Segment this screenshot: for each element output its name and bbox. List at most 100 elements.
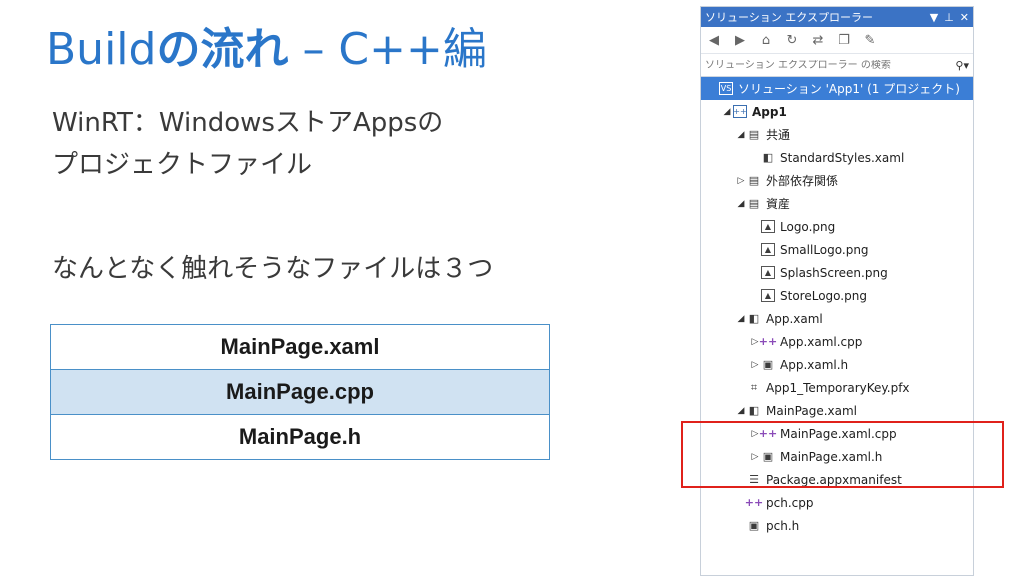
image-icon: ▲: [761, 243, 775, 256]
folder-icon: ▤: [748, 197, 760, 210]
panel-titlebar: ソリューション エクスプローラー ▼ ⊥ ✕: [701, 7, 973, 27]
table-row: MainPage.xaml: [50, 324, 550, 370]
tree-item[interactable]: ▲ SmallLogo.png: [701, 238, 973, 261]
image-icon: ▲: [761, 266, 775, 279]
tree-item-label: pch.h: [766, 518, 800, 533]
xaml-icon: ◧: [762, 151, 774, 164]
tree-item[interactable]: ◢ ▤ 資産: [701, 192, 973, 215]
title-flow: の流れ: [156, 24, 289, 75]
files-table: MainPage.xaml MainPage.cpp MainPage.h: [50, 324, 550, 460]
tree-item[interactable]: ▷ ++ MainPage.xaml.cpp: [701, 422, 973, 445]
expander-icon[interactable]: ◢: [721, 107, 733, 117]
tree-item[interactable]: ◢ ++ App1: [701, 100, 973, 123]
table-row: MainPage.cpp: [50, 369, 550, 415]
tree-item[interactable]: ◢ ◧ App.xaml: [701, 307, 973, 330]
tree-item-label: StandardStyles.xaml: [780, 150, 905, 165]
tree-item-label: StoreLogo.png: [780, 288, 867, 303]
table-cell-xaml: MainPage.xaml: [50, 324, 550, 370]
sync-icon[interactable]: ⇄: [809, 33, 827, 48]
back-icon[interactable]: ◀: [705, 33, 723, 48]
properties-icon[interactable]: ✎: [861, 33, 879, 48]
search-input[interactable]: [705, 59, 956, 71]
title-cpp: – C++編: [288, 24, 487, 75]
tree-item[interactable]: VS ソリューション 'App1' (1 プロジェクト): [701, 77, 973, 100]
tree-item-label: ソリューション 'App1' (1 プロジェクト): [738, 82, 960, 96]
collapse-icon[interactable]: ❐: [835, 33, 853, 48]
search-icon[interactable]: ⚲▾: [955, 59, 969, 72]
header-icon: ▣: [748, 519, 760, 532]
tree-item-label: 外部依存関係: [766, 174, 839, 188]
tree-item-label: MainPage.xaml.h: [780, 449, 883, 464]
folder-icon: ▤: [748, 174, 760, 187]
expander-icon[interactable]: ▷: [735, 176, 747, 186]
body-line-2: プロジェクトファイル: [52, 150, 313, 180]
forward-icon[interactable]: ▶: [731, 33, 749, 48]
solution-explorer-panel: ソリューション エクスプローラー ▼ ⊥ ✕ ◀ ▶ ⌂ ↻ ⇄ ❐ ✎ ⚲▾ …: [700, 6, 974, 576]
expander-icon[interactable]: ◢: [735, 130, 747, 140]
search-bar: ⚲▾: [701, 54, 973, 77]
folder-icon: ▤: [748, 128, 760, 141]
xaml-icon: ◧: [748, 404, 760, 417]
slide-title: Buildの流れ – C++編: [46, 22, 487, 78]
tree-item[interactable]: ▷ ▣ App.xaml.h: [701, 353, 973, 376]
expander-icon[interactable]: ◢: [735, 314, 747, 324]
table-cell-h: MainPage.h: [50, 414, 550, 460]
tree-item[interactable]: ◢ ◧ MainPage.xaml: [701, 399, 973, 422]
body-line-3: なんとなく触れそうなファイルは３つ: [52, 254, 494, 284]
tree-item-label: MainPage.xaml.cpp: [780, 426, 897, 441]
solution-icon: VS: [719, 82, 733, 95]
tree-item-label: App.xaml.h: [780, 357, 849, 372]
expander-icon[interactable]: ▷: [749, 360, 761, 370]
cpp-icon: ++: [758, 335, 778, 348]
expander-icon[interactable]: ◢: [735, 406, 747, 416]
tree-item[interactable]: ☰ Package.appxmanifest: [701, 468, 973, 491]
tree-item-label: Package.appxmanifest: [766, 472, 902, 487]
home-icon[interactable]: ⌂: [757, 33, 775, 48]
tree-item[interactable]: ▷ ▤ 外部依存関係: [701, 169, 973, 192]
tree-item[interactable]: ▲ SplashScreen.png: [701, 261, 973, 284]
tree-item-label: SmallLogo.png: [780, 242, 869, 257]
manifest-icon: ☰: [749, 473, 759, 486]
header-icon: ▣: [762, 450, 774, 463]
tree-item-label: App1: [752, 104, 787, 119]
header-icon: ▣: [762, 358, 774, 371]
close-icon[interactable]: ✕: [960, 11, 969, 24]
cpp-icon: ++: [744, 496, 764, 509]
tree-item-label: Logo.png: [780, 219, 836, 234]
history-icon[interactable]: ↻: [783, 33, 801, 48]
panel-title: ソリューション エクスプローラー: [705, 11, 873, 24]
table-cell-cpp: MainPage.cpp: [50, 369, 550, 415]
title-build: Build: [46, 24, 157, 75]
tree-item[interactable]: ◧ StandardStyles.xaml: [701, 146, 973, 169]
tree-item[interactable]: ⌗ App1_TemporaryKey.pfx: [701, 376, 973, 399]
tree-item[interactable]: ▷ ▣ MainPage.xaml.h: [701, 445, 973, 468]
expander-icon[interactable]: ◢: [735, 199, 747, 209]
pin-icon[interactable]: ⊥: [944, 11, 954, 24]
key-icon: ⌗: [750, 380, 758, 394]
image-icon: ▲: [761, 220, 775, 233]
body-line-1: WinRT：WindowsストアAppsの: [52, 108, 444, 138]
tree-item-label: 共通: [766, 128, 791, 142]
dropdown-icon[interactable]: ▼: [930, 11, 938, 24]
tree-item-label: MainPage.xaml: [766, 403, 857, 418]
image-icon: ▲: [761, 289, 775, 302]
tree-item[interactable]: ▣ pch.h: [701, 514, 973, 537]
project-icon: ++: [733, 105, 747, 118]
tree-item[interactable]: ▷ ++ App.xaml.cpp: [701, 330, 973, 353]
tree-item-label: SplashScreen.png: [780, 265, 888, 280]
tree-item-label: App1_TemporaryKey.pfx: [766, 380, 910, 395]
table-row: MainPage.h: [50, 414, 550, 460]
tree-item-label: App.xaml: [766, 311, 823, 326]
solution-tree: VS ソリューション 'App1' (1 プロジェクト) ◢ ++ App1 ◢ ▤ 共通 ◧ S…: [701, 77, 973, 537]
xaml-icon: ◧: [748, 312, 760, 325]
tree-item[interactable]: ◢ ▤ 共通: [701, 123, 973, 146]
tree-item-label: pch.cpp: [766, 495, 814, 510]
tree-item[interactable]: ▲ Logo.png: [701, 215, 973, 238]
tree-item[interactable]: ▲ StoreLogo.png: [701, 284, 973, 307]
tree-item-label: 資産: [766, 197, 791, 211]
tree-item[interactable]: ++ pch.cpp: [701, 491, 973, 514]
expander-icon[interactable]: ▷: [749, 452, 761, 462]
tree-item-label: App.xaml.cpp: [780, 334, 863, 349]
cpp-icon: ++: [758, 427, 778, 440]
panel-toolbar: ◀ ▶ ⌂ ↻ ⇄ ❐ ✎: [701, 27, 973, 54]
